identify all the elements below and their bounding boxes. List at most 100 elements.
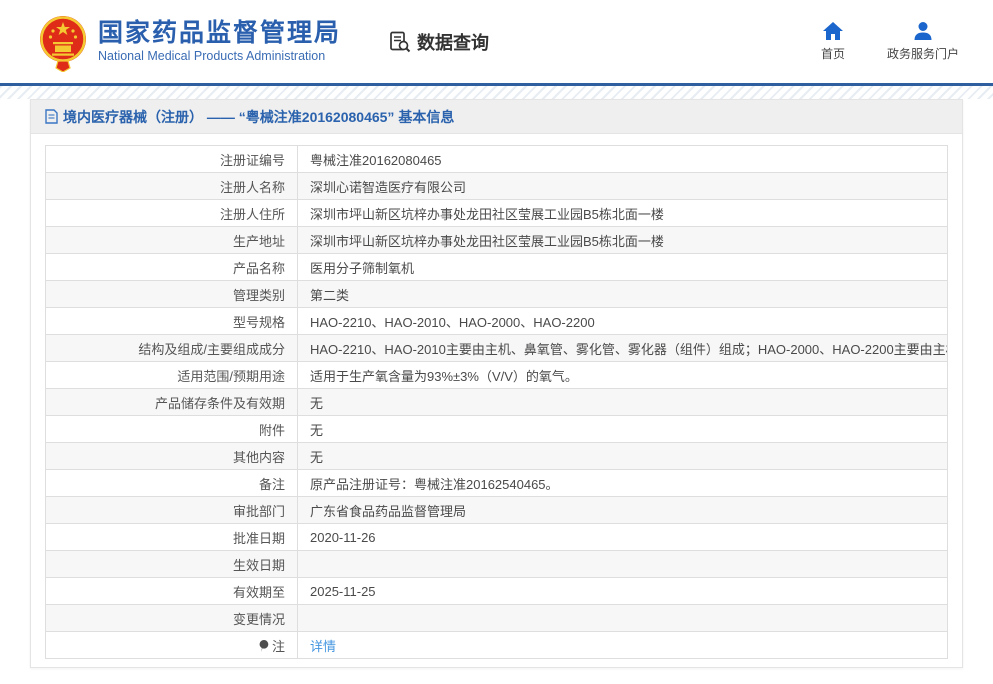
row-value: 2025-11-25 [310, 584, 376, 599]
row-value: 医用分子筛制氧机 [310, 261, 414, 276]
note-balloon-icon [259, 640, 269, 652]
table-row: 其他内容 无 [46, 443, 948, 470]
brand: 国家药品监督管理局 National Medical Products Admi… [38, 12, 341, 72]
row-value-cell: 2025-11-25 [298, 578, 948, 605]
nav-gov-portal-label: 政务服务门户 [887, 45, 959, 62]
content-panel: 境内医疗器械（注册） —— “粤械注准20162080465” 基本信息 注册证… [30, 99, 963, 668]
row-value: 第二类 [310, 288, 349, 303]
row-label: 有效期至 [233, 585, 285, 600]
table-row: 适用范围/预期用途 适用于生产氧含量为93%±3%（V/V）的氧气。 [46, 362, 948, 389]
row-value-cell: 深圳市坪山新区坑梓办事处龙田社区莹展工业园B5栋北面一楼 [298, 200, 948, 227]
doc-search-icon [389, 31, 411, 53]
row-label-cell: 有效期至 [46, 578, 298, 605]
row-label-cell: 其他内容 [46, 443, 298, 470]
row-label: 备注 [259, 477, 285, 492]
national-emblem-icon [38, 14, 88, 72]
row-value-cell: 深圳市坪山新区坑梓办事处龙田社区莹展工业园B5栋北面一楼 [298, 227, 948, 254]
nav-home[interactable]: 首页 [821, 22, 845, 62]
row-label-cell: 注 [46, 632, 298, 659]
row-value-cell: 原产品注册证号：粤械注准20162540465。 [298, 470, 948, 497]
table-row: 注 详情 [46, 632, 948, 659]
nav-gov-portal[interactable]: 政务服务门户 [887, 22, 959, 62]
table-row: 产品名称 医用分子筛制氧机 [46, 254, 948, 281]
row-label: 生效日期 [233, 558, 285, 573]
page-title-bar: 境内医疗器械（注册） —— “粤械注准20162080465” 基本信息 [31, 100, 962, 134]
row-label-cell: 审批部门 [46, 497, 298, 524]
row-label-cell: 管理类别 [46, 281, 298, 308]
table-row: 生产地址 深圳市坪山新区坑梓办事处龙田社区莹展工业园B5栋北面一楼 [46, 227, 948, 254]
registration-info-table: 注册证编号 粤械注准20162080465 注册人名称深圳心诺智造医疗有限公司注册人… [45, 145, 948, 659]
home-icon [823, 22, 843, 40]
row-value-cell: 深圳心诺智造医疗有限公司 [298, 173, 948, 200]
row-value-cell [298, 605, 948, 632]
brand-text: 国家药品监督管理局 National Medical Products Admi… [98, 20, 341, 64]
data-query-section[interactable]: 数据查询 [389, 29, 489, 55]
table-row: 附件 无 [46, 416, 948, 443]
table-row: 产品储存条件及有效期 无 [46, 389, 948, 416]
row-label-cell: 注册人住所 [46, 200, 298, 227]
row-label-cell: 适用范围/预期用途 [46, 362, 298, 389]
row-label: 管理类别 [233, 288, 285, 303]
row-value: HAO-2210、HAO-2010、HAO-2000、HAO-2200 [310, 315, 595, 330]
table-row: 备注 原产品注册证号：粤械注准20162540465。 [46, 470, 948, 497]
row-value: 原产品注册证号：粤械注准20162540465。 [310, 477, 559, 492]
row-value: 无 [310, 423, 323, 438]
row-value: 粤械注准20162080465 [310, 153, 442, 168]
row-value-cell: 2020-11-26 [298, 524, 948, 551]
row-value: 无 [310, 396, 323, 411]
table-row: 变更情况 [46, 605, 948, 632]
row-label-cell: 注册人名称 [46, 173, 298, 200]
document-icon [45, 109, 58, 124]
row-value: 无 [310, 450, 323, 465]
row-value-cell: HAO-2210、HAO-2010主要由主机、鼻氧管、雾化管、雾化器（组件）组成… [298, 335, 948, 362]
details-link[interactable]: 详情 [310, 639, 336, 654]
nav-home-label: 首页 [821, 45, 845, 62]
row-label: 批准日期 [233, 531, 285, 546]
row-value: HAO-2210、HAO-2010主要由主机、鼻氧管、雾化管、雾化器（组件）组成… [310, 342, 948, 357]
header-nav: 首页 政务服务门户 [821, 22, 959, 62]
site-header: 国家药品监督管理局 National Medical Products Admi… [0, 0, 993, 86]
row-label: 型号规格 [233, 315, 285, 330]
row-value-cell: 医用分子筛制氧机 [298, 254, 948, 281]
row-value: 深圳心诺智造医疗有限公司 [310, 180, 466, 195]
table-row: 审批部门 广东省食品药品监督管理局 [46, 497, 948, 524]
row-label: 注册人住所 [220, 207, 285, 222]
row-value: 广东省食品药品监督管理局 [310, 504, 466, 519]
row-label: 审批部门 [233, 504, 285, 519]
row-value-cell: 无 [298, 416, 948, 443]
row-label: 结构及组成/主要组成成分 [138, 342, 285, 357]
row-value: 2020-11-26 [310, 530, 376, 545]
table-row: 管理类别 第二类 [46, 281, 948, 308]
table-row: 注册人住所 深圳市坪山新区坑梓办事处龙田社区莹展工业园B5栋北面一楼 [46, 200, 948, 227]
row-label: 适用范围/预期用途 [177, 369, 285, 384]
row-value-cell: 无 [298, 389, 948, 416]
row-label-cell: 产品储存条件及有效期 [46, 389, 298, 416]
table-row: 注册证编号 粤械注准20162080465 [46, 146, 948, 173]
row-value: 适用于生产氧含量为93%±3%（V/V）的氧气。 [310, 369, 578, 384]
row-label: 附件 [259, 423, 285, 438]
table-row: 有效期至 2025-11-25 [46, 578, 948, 605]
page-title: 境内医疗器械（注册） —— “粤械注准20162080465” 基本信息 [63, 107, 454, 127]
row-label-cell: 生产地址 [46, 227, 298, 254]
row-label: 产品名称 [233, 261, 285, 276]
brand-title-cn: 国家药品监督管理局 [98, 20, 341, 48]
row-label: 生产地址 [233, 234, 285, 249]
row-label: 注册证编号 [220, 153, 285, 168]
row-value-cell [298, 551, 948, 578]
row-label: 注 [272, 639, 285, 654]
row-label-cell: 生效日期 [46, 551, 298, 578]
row-label: 变更情况 [233, 612, 285, 627]
row-value-cell: 第二类 [298, 281, 948, 308]
row-label-cell: 型号规格 [46, 308, 298, 335]
row-label: 产品储存条件及有效期 [155, 396, 285, 411]
data-query-label: 数据查询 [417, 29, 489, 55]
row-label: 其他内容 [233, 450, 285, 465]
row-value-cell: 广东省食品药品监督管理局 [298, 497, 948, 524]
table-row: 结构及组成/主要组成成分 HAO-2210、HAO-2010主要由主机、鼻氧管、雾… [46, 335, 948, 362]
row-label-cell: 结构及组成/主要组成成分 [46, 335, 298, 362]
row-value: 深圳市坪山新区坑梓办事处龙田社区莹展工业园B5栋北面一楼 [310, 207, 664, 222]
row-value-cell: HAO-2210、HAO-2010、HAO-2000、HAO-2200 [298, 308, 948, 335]
user-icon [913, 22, 933, 40]
row-label-cell: 注册证编号 [46, 146, 298, 173]
row-value: 深圳市坪山新区坑梓办事处龙田社区莹展工业园B5栋北面一楼 [310, 234, 664, 249]
